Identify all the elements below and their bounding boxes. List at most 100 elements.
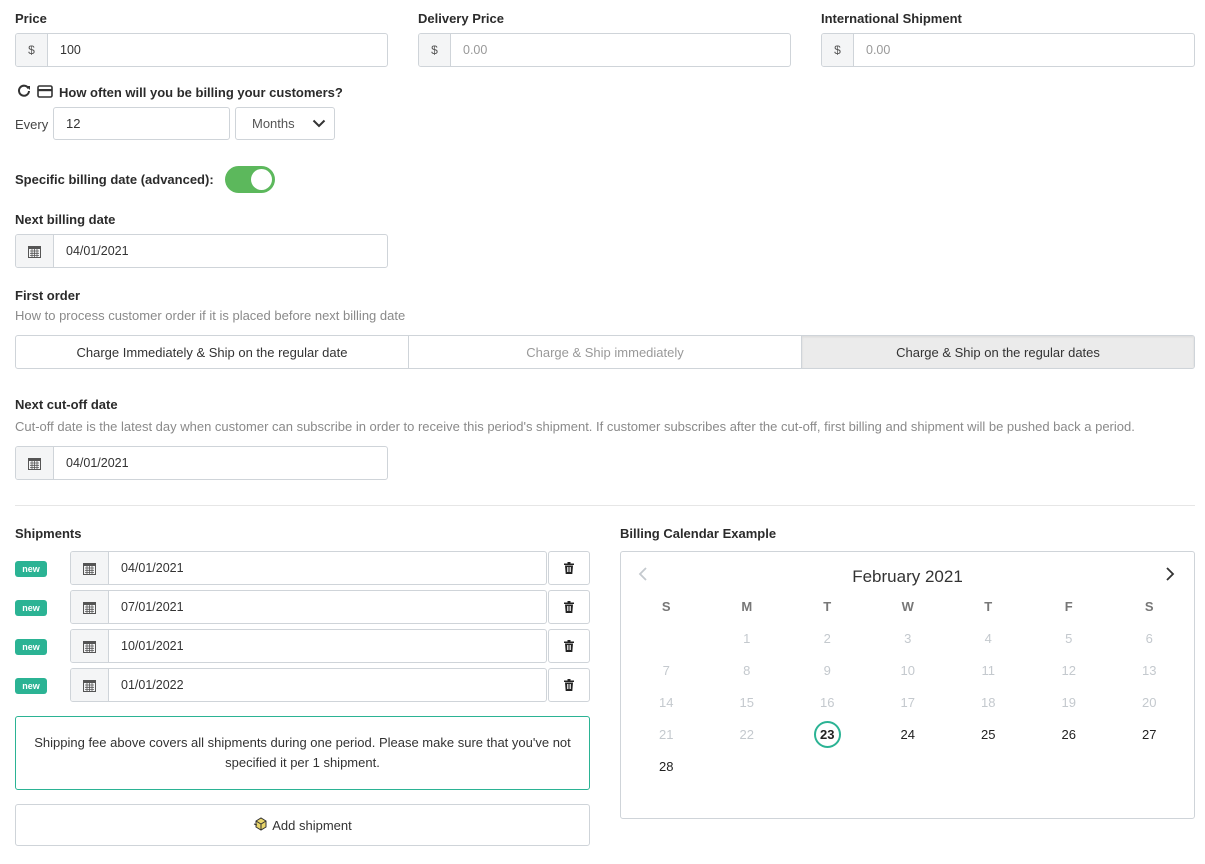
calendar-day[interactable]: 9 (787, 654, 868, 686)
shipments-label: Shipments (15, 526, 82, 541)
chevron-down-icon (312, 116, 326, 131)
calendar-empty-cell (1109, 750, 1190, 782)
calendar-day[interactable]: 22 (707, 718, 788, 750)
international-shipment-input-group: $ 0.00 (821, 33, 1195, 67)
calendar-day[interactable]: 21 (626, 718, 707, 750)
calendar-day[interactable]: 4 (948, 622, 1029, 654)
specific-billing-date-label: Specific billing date (advanced): (15, 172, 214, 187)
international-shipment-input[interactable]: 0.00 (854, 34, 1194, 66)
calendar-icon[interactable] (71, 591, 109, 623)
calendar-icon[interactable] (16, 447, 54, 479)
weekday-header: S (661, 598, 671, 614)
calendar-empty-cell (1029, 750, 1110, 782)
calendar-day[interactable]: 5 (1029, 622, 1110, 654)
calendar-day-selected[interactable]: 23 (787, 718, 868, 750)
calendar-day[interactable]: 12 (1029, 654, 1110, 686)
option-charge-ship-regular-dates[interactable]: Charge & Ship on the regular dates (802, 336, 1194, 368)
calendar-day[interactable]: 13 (1109, 654, 1190, 686)
weekday-header: F (1064, 598, 1073, 614)
calendar-day[interactable]: 16 (787, 686, 868, 718)
shipment-date-group: 10/01/2021 (70, 629, 547, 663)
option-charge-immediately-ship-regular[interactable]: Charge Immediately & Ship on the regular… (16, 336, 409, 368)
calendar-empty-cell (626, 622, 707, 654)
first-order-label: First order (15, 288, 81, 303)
shipment-date-input[interactable]: 04/01/2021 (109, 552, 546, 584)
billing-frequency-question: How often will you be billing your custo… (59, 85, 343, 100)
cutoff-date-input[interactable]: 04/01/2021 (54, 447, 387, 479)
calendar-day[interactable]: 6 (1109, 622, 1190, 654)
calendar-grid: S M T W T F S 1 2 3 4 5 6 7 8 9 10 11 12 13 14 15 16 17 18 19 20 21… (626, 590, 1190, 782)
next-billing-date-input-group: 04/01/2021 (15, 234, 388, 268)
new-badge: new (15, 561, 47, 577)
calendar-day[interactable]: 7 (626, 654, 707, 686)
interval-input[interactable]: 12 (53, 107, 230, 140)
shipment-date-group: 07/01/2021 (70, 590, 547, 624)
shipment-date-group: 04/01/2021 (70, 551, 547, 585)
calendar-day[interactable]: 26 (1029, 718, 1110, 750)
delivery-price-label: Delivery Price (418, 11, 505, 26)
cutoff-date-input-group: 04/01/2021 (15, 446, 388, 480)
option-charge-ship-immediately[interactable]: Charge & Ship immediately (409, 336, 802, 368)
calendar-day[interactable]: 28 (626, 750, 707, 782)
international-shipment-label: International Shipment (821, 11, 962, 26)
trash-icon (564, 562, 574, 574)
calendar-day[interactable]: 25 (948, 718, 1029, 750)
calendar-empty-cell (707, 750, 788, 782)
calendar-day[interactable]: 27 (1109, 718, 1190, 750)
next-billing-date-input[interactable]: 04/01/2021 (54, 235, 387, 267)
calendar-next-button[interactable] (1164, 566, 1176, 585)
calendar-day[interactable]: 15 (707, 686, 788, 718)
calendar-icon[interactable] (16, 235, 54, 267)
price-label: Price (15, 11, 47, 26)
shipment-date-input[interactable]: 01/01/2022 (109, 669, 546, 701)
specific-billing-date-toggle[interactable] (225, 166, 275, 193)
calendar-icon[interactable] (71, 630, 109, 662)
weekday-header: W (901, 598, 914, 614)
price-currency-addon: $ (16, 34, 48, 66)
chevron-right-icon (1166, 567, 1175, 581)
first-order-hint: How to process customer order if it is p… (15, 308, 406, 323)
shipment-date-input[interactable]: 07/01/2021 (109, 591, 546, 623)
calendar-day[interactable]: 24 (868, 718, 949, 750)
calendar-day[interactable]: 19 (1029, 686, 1110, 718)
shipment-date-group: 01/01/2022 (70, 668, 547, 702)
new-badge: new (15, 678, 47, 694)
first-order-options: Charge Immediately & Ship on the regular… (15, 335, 1195, 369)
calendar-day[interactable]: 3 (868, 622, 949, 654)
calendar-day[interactable]: 8 (707, 654, 788, 686)
delete-shipment-button[interactable] (548, 551, 590, 585)
cutoff-hint: Cut-off date is the latest day when cust… (15, 419, 1135, 434)
calendar-day[interactable]: 2 (787, 622, 868, 654)
calendar-day[interactable]: 11 (948, 654, 1029, 686)
weekday-header: M (741, 598, 753, 614)
calendar-month-title: February 2021 (852, 567, 963, 586)
calendar-day[interactable]: 1 (707, 622, 788, 654)
toggle-knob (251, 169, 272, 190)
weekday-header: T (984, 598, 993, 614)
section-divider (15, 505, 1195, 506)
calendar-day[interactable]: 17 (868, 686, 949, 718)
price-input[interactable]: 100 (48, 34, 387, 66)
calendar-day[interactable]: 14 (626, 686, 707, 718)
calendar-day[interactable]: 10 (868, 654, 949, 686)
new-badge: new (15, 639, 47, 655)
international-currency-addon: $ (822, 34, 854, 66)
trash-icon (564, 640, 574, 652)
delete-shipment-button[interactable] (548, 629, 590, 663)
shipment-date-input[interactable]: 10/01/2021 (109, 630, 546, 662)
package-icon (253, 816, 268, 834)
delete-shipment-button[interactable] (548, 590, 590, 624)
add-shipment-button[interactable]: Add shipment (15, 804, 590, 846)
interval-unit-select[interactable]: Months (235, 107, 335, 140)
calendar-empty-cell (868, 750, 949, 782)
shipping-fee-note: Shipping fee above covers all shipments … (15, 716, 590, 790)
delivery-price-input[interactable]: 0.00 (451, 34, 790, 66)
delivery-price-input-group: $ 0.00 (418, 33, 791, 67)
weekday-header: T (823, 598, 832, 614)
calendar-icon[interactable] (71, 552, 109, 584)
calendar-icon[interactable] (71, 669, 109, 701)
trash-icon (564, 679, 574, 691)
calendar-day[interactable]: 20 (1109, 686, 1190, 718)
delete-shipment-button[interactable] (548, 668, 590, 702)
calendar-day[interactable]: 18 (948, 686, 1029, 718)
